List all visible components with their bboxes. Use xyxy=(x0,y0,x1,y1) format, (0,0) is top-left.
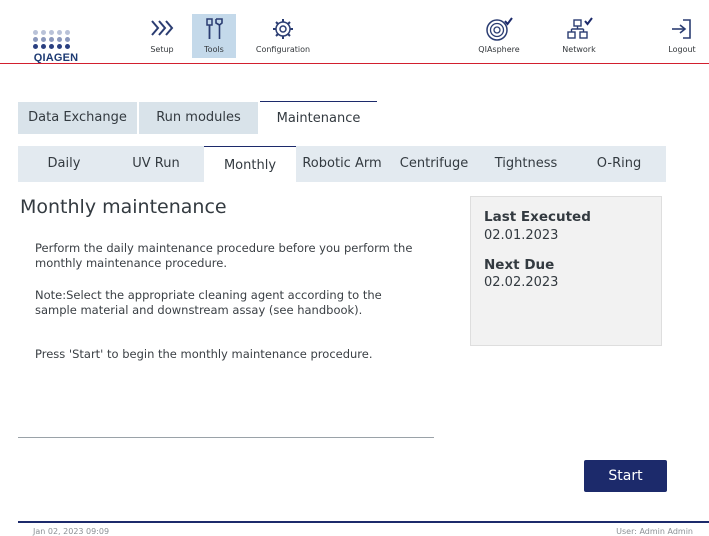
tools-icon xyxy=(206,18,223,39)
chevrons-right-icon xyxy=(151,20,174,36)
subtab-daily[interactable]: Daily xyxy=(18,146,110,182)
last-executed-label: Last Executed xyxy=(484,209,591,225)
nav-setup-button[interactable]: Setup xyxy=(140,14,184,58)
tab-run-modules[interactable]: Run modules xyxy=(139,102,258,134)
tab-maintenance[interactable]: Maintenance xyxy=(260,101,377,146)
tab-data-exchange[interactable]: Data Exchange xyxy=(18,102,137,134)
nav-logout-label: Logout xyxy=(668,45,696,54)
nav-network-label: Network xyxy=(562,45,596,54)
nav-configuration-label: Configuration xyxy=(255,45,311,54)
logout-icon xyxy=(672,19,691,39)
subtab-tightness[interactable]: Tightness xyxy=(480,146,572,182)
start-button[interactable]: Start xyxy=(584,460,667,492)
gear-icon xyxy=(273,19,293,39)
instruction-daily-first: Perform the daily maintenance procedure … xyxy=(35,241,413,270)
next-due-label: Next Due xyxy=(484,257,555,273)
nav-configuration-button[interactable]: Configuration xyxy=(248,14,318,58)
nav-qiasphere-button[interactable]: QIAsphere xyxy=(474,14,524,58)
nav-logout-button[interactable]: Logout xyxy=(662,14,702,58)
instruction-cleaning-agent-note: Note:Select the appropriate cleaning age… xyxy=(35,288,382,317)
qiasphere-icon xyxy=(486,17,513,41)
nav-tools-label: Tools xyxy=(204,45,224,54)
footer-datetime: Jan 02, 2023 09:09 xyxy=(33,527,110,536)
nav-setup-label: Setup xyxy=(150,45,174,54)
page-title: Monthly maintenance xyxy=(20,196,227,218)
nav-qiasphere-label: QIAsphere xyxy=(478,45,520,54)
instruction-press-start: Press 'Start' to begin the monthly maint… xyxy=(35,347,373,361)
subtab-o-ring[interactable]: O-Ring xyxy=(572,146,666,182)
network-icon xyxy=(567,17,593,39)
header-divider xyxy=(0,63,709,64)
footer-user: User: Admin Admin xyxy=(616,527,693,536)
content-divider xyxy=(18,437,434,438)
footer-divider xyxy=(18,521,709,523)
subtab-robotic-arm[interactable]: Robotic Arm xyxy=(296,146,388,182)
subtab-uv-run[interactable]: UV Run xyxy=(110,146,202,182)
top-bar: QIAGEN Setup Tools Configuration QIAsphe… xyxy=(0,0,709,70)
subtab-centrifuge[interactable]: Centrifuge xyxy=(388,146,480,182)
schedule-info-panel: Last Executed 02.01.2023 Next Due 02.02.… xyxy=(470,196,662,346)
qiagen-logo: QIAGEN xyxy=(24,14,88,66)
nav-network-button[interactable]: Network xyxy=(556,14,602,58)
next-due-value: 02.02.2023 xyxy=(484,275,559,290)
last-executed-value: 02.01.2023 xyxy=(484,228,559,243)
nav-tools-button[interactable]: Tools xyxy=(192,14,236,58)
subtab-monthly[interactable]: Monthly xyxy=(204,146,296,183)
